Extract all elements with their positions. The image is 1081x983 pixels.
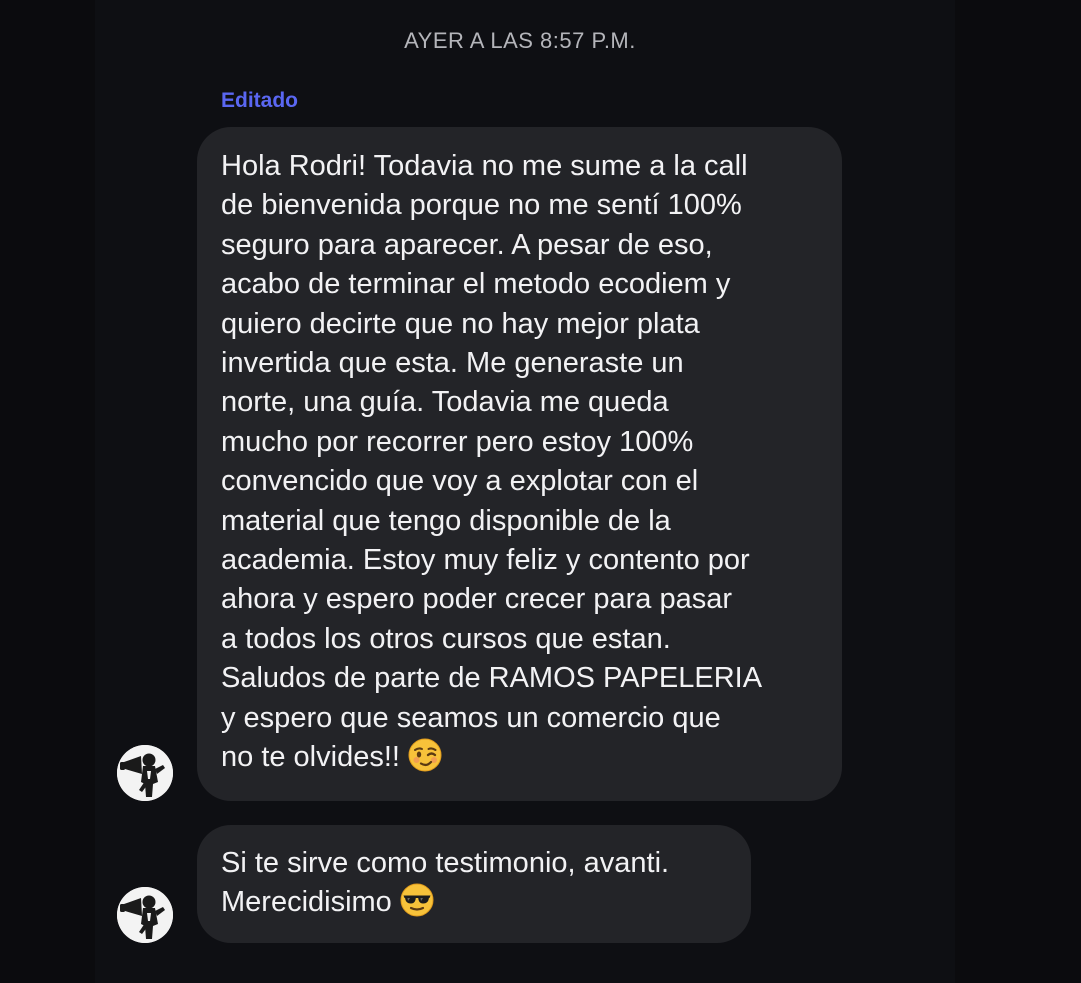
message-text: Si te sirve como testimonio, avanti. Mer… bbox=[221, 847, 670, 919]
message-bubble[interactable]: Hola Rodri! Todavia no me sume a la call… bbox=[197, 127, 842, 801]
sender-avatar[interactable] bbox=[117, 745, 173, 801]
message-text: Hola Rodri! Todavia no me sume a la call… bbox=[221, 150, 763, 774]
sunglasses-face-emoji-icon bbox=[400, 883, 434, 928]
message-timestamp: AYER A LAS 8:57 P.M. bbox=[404, 28, 636, 53]
person-with-megaphone-icon bbox=[117, 745, 173, 801]
winking-face-emoji-icon bbox=[408, 738, 442, 783]
message-bubble[interactable]: Si te sirve como testimonio, avanti. Mer… bbox=[197, 825, 751, 943]
sender-avatar[interactable] bbox=[117, 887, 173, 943]
person-with-megaphone-icon bbox=[117, 887, 173, 943]
edited-label: Editado bbox=[221, 89, 298, 112]
